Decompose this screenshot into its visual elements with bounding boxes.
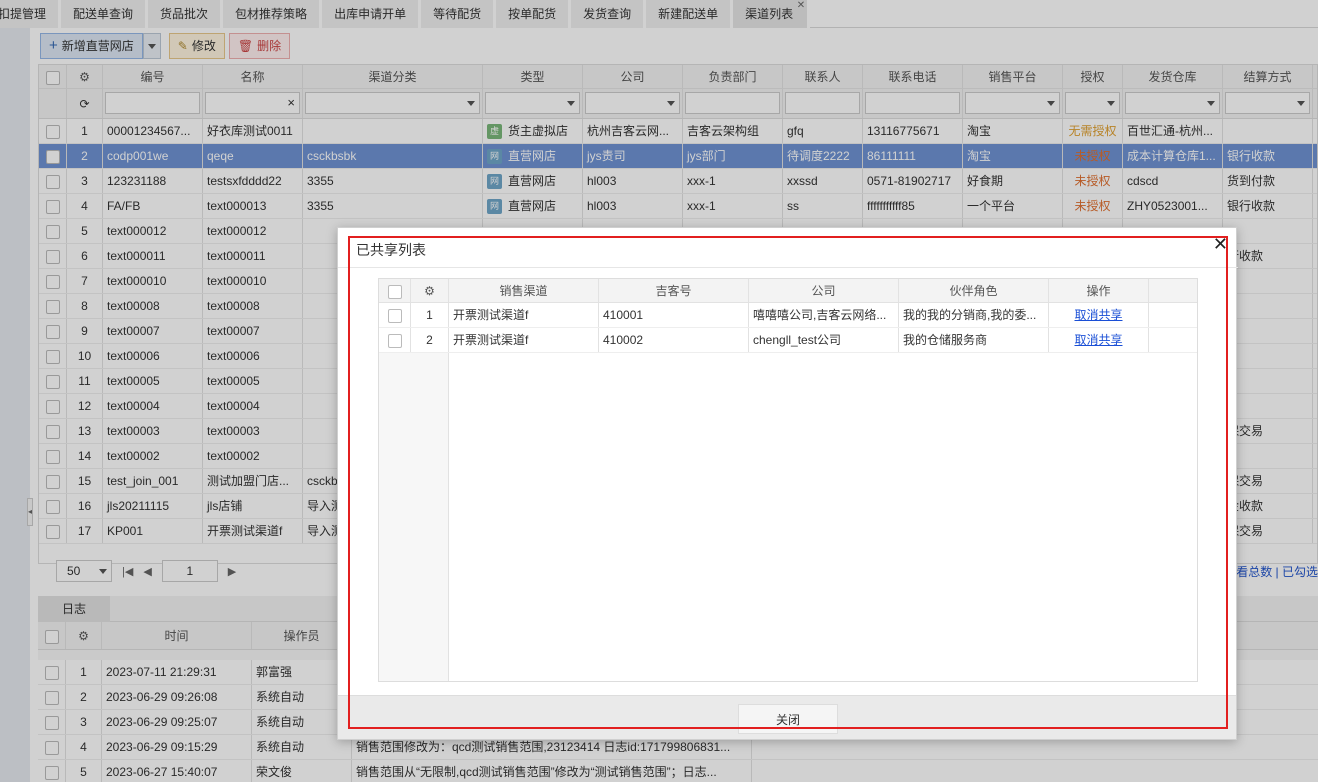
shared-grid-header: ⚙ 销售渠道 吉客号 公司 伙伴角色 操作 [379,279,1197,303]
shared-cell: 我的我的分销商,我的委... [899,303,1049,327]
shared-cell: 410002 [599,328,749,352]
dialog-footer: 关闭 [338,695,1236,739]
close-button[interactable]: 关闭 [738,704,838,734]
dialog-title: 已共享列表 [356,242,426,258]
cell-text: 我的仓储服务商 [903,333,988,347]
shared-cell: 嘻嘻嘻公司,吉客云网络... [749,303,899,327]
shared-cell: 410001 [599,303,749,327]
shared-cell: 我的仓储服务商 [899,328,1049,352]
gear-icon[interactable]: ⚙ [411,279,449,302]
shared-row[interactable]: 2 开票测试渠道f 410002 chengll_test公司 我的仓储服务商 取消共享 [379,328,1197,353]
row-check[interactable] [379,328,411,352]
col-sales-channel: 销售渠道 [449,279,599,302]
cell-text: chengll_test公司 [753,333,842,347]
cell-text: 嘻嘻嘻公司,吉客云网络... [753,308,887,322]
cell-text: 开票测试渠道f [453,333,529,347]
cancel-share-link[interactable]: 取消共享 [1074,333,1122,347]
cell-text: 410001 [603,308,644,322]
checkbox[interactable] [387,333,402,348]
shared-grid-body: 1 开票测试渠道f 410001 嘻嘻嘻公司,吉客云网络... 我的我的分销商,我的委.… [379,303,1197,353]
cancel-share-link[interactable]: 取消共享 [1074,308,1122,322]
shared-row[interactable]: 1 开票测试渠道f 410001 嘻嘻嘻公司,吉客云网络... 我的我的分销商,我的委.… [379,303,1197,328]
col-jike-number: 吉客号 [599,279,749,302]
dialog-title-bar: 已共享列表 ✕ [338,228,1238,268]
col-action: 操作 [1049,279,1149,302]
shared-list-grid: ⚙ 销售渠道 吉客号 公司 伙伴角色 操作 1 开票测试渠道f 410001 嘻嘻嘻公… [378,278,1198,682]
cell-text: 410002 [603,333,644,347]
cell-text: 1 [426,308,433,322]
cell-text: 2 [426,333,433,347]
cancel-share-cell: 取消共享 [1049,303,1149,327]
shared-cell: 1 [411,303,449,327]
shared-cell: 开票测试渠道f [449,303,599,327]
cell-text: 开票测试渠道f [453,308,529,322]
row-check[interactable] [379,303,411,327]
shared-select-all[interactable] [379,279,411,302]
cell-text: 我的我的分销商,我的委... [903,308,1037,322]
col-company: 公司 [749,279,899,302]
shared-cell: 开票测试渠道f [449,328,599,352]
shared-cell: chengll_test公司 [749,328,899,352]
col-partner-role: 伙伴角色 [899,279,1049,302]
checkbox[interactable] [387,284,402,299]
close-icon[interactable]: ✕ [1213,234,1228,255]
checkbox[interactable] [387,308,402,323]
shared-list-dialog: 已共享列表 ✕ ⚙ 销售渠道 吉客号 公司 伙伴角色 操作 1 开票测试渠道f 41… [337,227,1238,740]
shared-cell: 2 [411,328,449,352]
shared-grid-empty-left [379,353,449,681]
cancel-share-cell: 取消共享 [1049,328,1149,352]
